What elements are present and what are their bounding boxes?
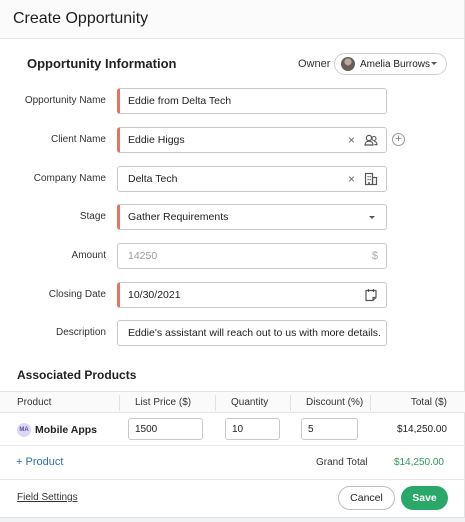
client-name-input[interactable]: Eddie Higgs × bbox=[117, 127, 387, 153]
save-button[interactable]: Save bbox=[401, 486, 448, 510]
quantity-input[interactable]: 10 bbox=[225, 418, 280, 440]
dialog-footer: Field Settings Cancel Save bbox=[0, 479, 465, 518]
discount-input[interactable]: 5 bbox=[301, 418, 358, 440]
company-name-label: Company Name bbox=[33, 173, 106, 184]
add-product-button[interactable]: + Product bbox=[16, 456, 63, 468]
column-product: Product bbox=[17, 397, 52, 408]
column-divider bbox=[370, 395, 371, 411]
description-value: Eddie's assistant will reach out to us w… bbox=[128, 327, 381, 339]
add-client-icon[interactable]: + bbox=[392, 133, 405, 146]
column-divider bbox=[290, 395, 291, 411]
chevron-down-icon bbox=[431, 62, 437, 65]
opportunity-name-input[interactable]: Eddie from Delta Tech bbox=[117, 88, 387, 114]
chevron-down-icon bbox=[369, 216, 375, 219]
column-quantity: Quantity bbox=[231, 397, 269, 408]
contacts-icon[interactable] bbox=[364, 133, 378, 147]
owner-select[interactable]: Amelia Burrows bbox=[334, 53, 447, 75]
list-price-input[interactable]: 1500 bbox=[128, 418, 203, 440]
opportunity-name-value: Eddie from Delta Tech bbox=[128, 95, 232, 107]
product-avatar: MA bbox=[17, 423, 31, 437]
building-icon[interactable] bbox=[364, 172, 378, 186]
company-name-row: Company Name Delta Tech × bbox=[0, 166, 465, 192]
description-input[interactable]: Eddie's assistant will reach out to us w… bbox=[117, 320, 387, 346]
closing-date-row: Closing Date 10/30/2021 bbox=[0, 282, 465, 308]
close-icon[interactable]: × bbox=[348, 133, 355, 147]
owner-label: Owner bbox=[298, 58, 331, 70]
avatar bbox=[341, 57, 355, 71]
field-settings-link[interactable]: Field Settings bbox=[17, 492, 78, 503]
description-label: Description bbox=[55, 327, 106, 338]
table-row: MA Mobile Apps 1500 10 5 $14,250.00 bbox=[0, 413, 465, 446]
row-total: $14,250.00 bbox=[396, 424, 447, 435]
grand-total-label: Grand Total bbox=[316, 457, 368, 468]
company-name-input[interactable]: Delta Tech × bbox=[117, 166, 387, 192]
closing-date-label: Closing Date bbox=[48, 289, 106, 300]
description-row: Description Eddie's assistant will reach… bbox=[0, 320, 465, 346]
closing-date-value: 10/30/2021 bbox=[128, 289, 181, 301]
amount-placeholder: 14250 bbox=[128, 250, 158, 262]
column-total: Total ($) bbox=[410, 397, 447, 408]
calendar-icon[interactable] bbox=[364, 288, 378, 302]
client-name-value: Eddie Higgs bbox=[128, 134, 185, 146]
column-divider bbox=[119, 395, 120, 411]
product-name: Mobile Apps bbox=[35, 424, 98, 436]
dialog-header: Create Opportunity bbox=[0, 0, 464, 39]
cancel-button[interactable]: Cancel bbox=[338, 486, 395, 510]
stage-label: Stage bbox=[79, 211, 106, 222]
dollar-icon: $ bbox=[371, 250, 378, 262]
column-discount: Discount (%) bbox=[306, 397, 364, 408]
client-name-label: Client Name bbox=[50, 134, 106, 145]
amount-label: Amount bbox=[71, 250, 106, 261]
close-icon[interactable]: × bbox=[348, 172, 355, 186]
opportunity-name-label: Opportunity Name bbox=[24, 95, 106, 106]
section-title: Opportunity Information bbox=[27, 56, 177, 71]
dialog-title: Create Opportunity bbox=[13, 10, 149, 27]
opportunity-name-row: Opportunity Name Eddie from Delta Tech bbox=[0, 88, 465, 114]
client-name-row: Client Name Eddie Higgs × + bbox=[0, 127, 465, 153]
associated-products-title: Associated Products bbox=[17, 368, 137, 382]
company-name-value: Delta Tech bbox=[128, 173, 178, 185]
column-list-price: List Price ($) bbox=[135, 397, 192, 408]
stage-select[interactable]: Gather Requirements bbox=[117, 204, 387, 230]
amount-input[interactable]: 14250 $ bbox=[117, 243, 387, 269]
amount-row: Amount 14250 $ bbox=[0, 243, 465, 269]
grand-total-value: $14,250.00 bbox=[393, 457, 444, 468]
column-divider bbox=[215, 395, 216, 411]
products-table-header: Product List Price ($) Quantity Discount… bbox=[0, 391, 465, 413]
create-opportunity-dialog: Create Opportunity Opportunity Informati… bbox=[0, 0, 465, 518]
stage-row: Stage Gather Requirements bbox=[0, 204, 465, 230]
stage-value: Gather Requirements bbox=[128, 211, 229, 223]
owner-name: Amelia Burrows bbox=[360, 58, 431, 70]
closing-date-input[interactable]: 10/30/2021 bbox=[117, 282, 387, 308]
